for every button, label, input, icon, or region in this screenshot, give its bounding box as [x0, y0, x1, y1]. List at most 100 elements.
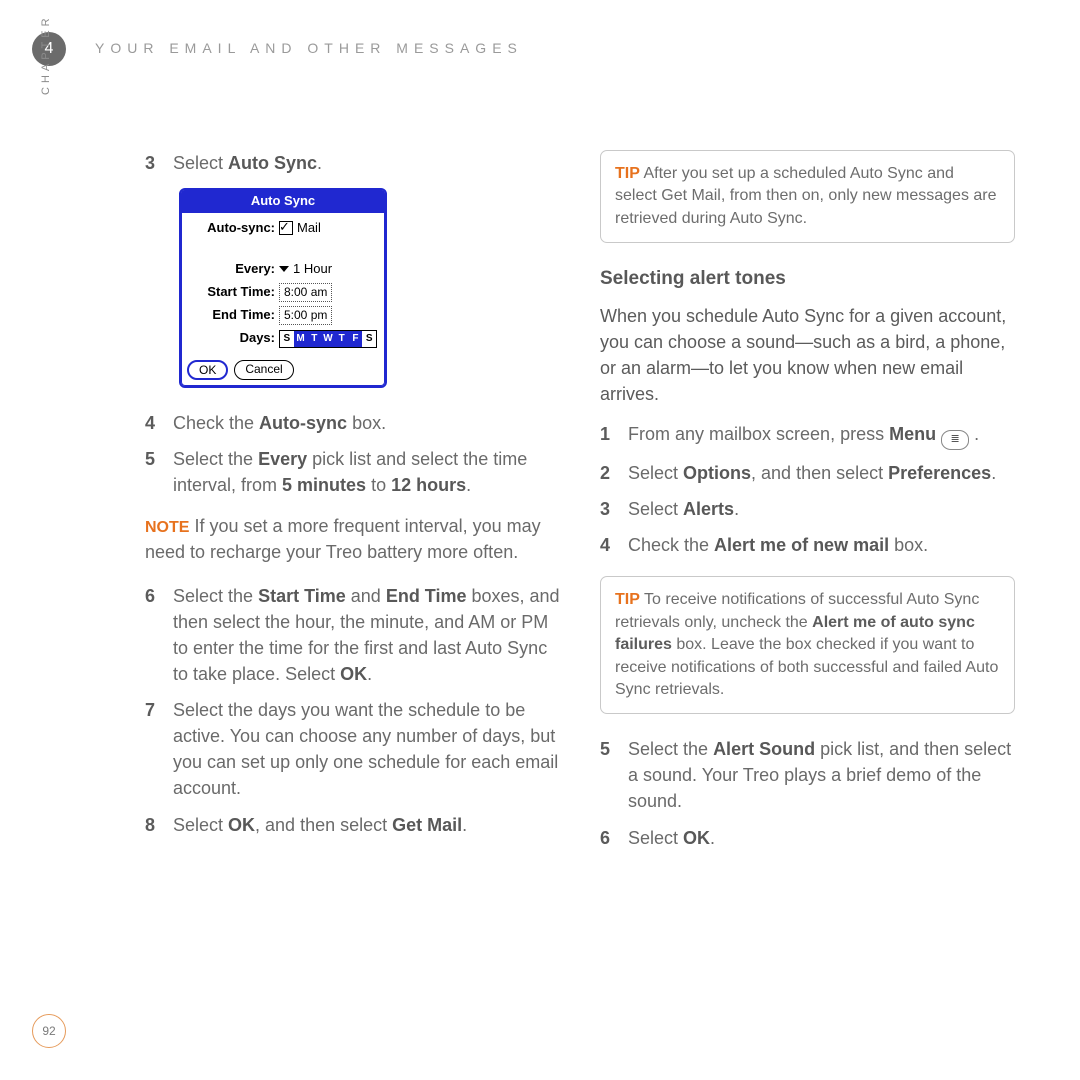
step-number: 4 [600, 532, 628, 558]
step-text: , and then select [255, 815, 392, 835]
step-3: 3 Select Auto Sync. [145, 150, 560, 176]
day-toggle[interactable]: S [362, 331, 376, 347]
dialog-title: Auto Sync [181, 190, 385, 213]
end-time-field[interactable]: 5:00 pm [279, 306, 332, 325]
step-number: 5 [145, 446, 173, 498]
right-column: TIP After you set up a scheduled Auto Sy… [600, 150, 1015, 861]
right-step-4: 4 Check the Alert me of new mail box. [600, 532, 1015, 558]
autosync-value: Mail [297, 219, 321, 238]
days-label: Days: [189, 329, 279, 348]
step-bold: End Time [386, 586, 467, 606]
end-time-label: End Time: [189, 306, 279, 325]
step-number: 1 [600, 421, 628, 450]
step-5: 5 Select the Every pick list and select … [145, 446, 560, 498]
step-bold: 12 hours [391, 475, 466, 495]
step-number: 6 [600, 825, 628, 851]
step-bold: Alert Sound [713, 739, 815, 759]
step-text: Select the [173, 586, 258, 606]
step-bold: OK [683, 828, 710, 848]
days-selector[interactable]: SMTWTFS [279, 330, 377, 348]
right-step-2: 2 Select Options, and then select Prefer… [600, 460, 1015, 486]
step-number: 4 [145, 410, 173, 436]
right-step-5: 5 Select the Alert Sound pick list, and … [600, 736, 1015, 814]
step-text: . [710, 828, 715, 848]
tip-label: TIP [615, 165, 640, 182]
ok-button[interactable]: OK [187, 360, 228, 380]
step-7: 7 Select the days you want the schedule … [145, 697, 560, 801]
step-text: . [969, 424, 979, 444]
step-number: 3 [600, 496, 628, 522]
start-time-field[interactable]: 8:00 am [279, 283, 332, 302]
tip-box-2: TIP To receive notifications of successf… [600, 576, 1015, 714]
step-text: , and then select [751, 463, 888, 483]
note-label: NOTE [145, 519, 189, 536]
row-days: Days: SMTWTFS [189, 329, 377, 348]
tip-text: box. Leave the box checked if you want t… [615, 636, 998, 698]
step-number: 6 [145, 583, 173, 687]
step-8: 8 Select OK, and then select Get Mail. [145, 812, 560, 838]
step-bold: Every [258, 449, 307, 469]
autosync-checkbox[interactable] [279, 221, 293, 235]
every-label: Every: [189, 260, 279, 279]
chevron-down-icon[interactable] [279, 266, 289, 272]
step-number: 3 [145, 150, 173, 176]
row-every: Every: 1 Hour [189, 260, 377, 279]
section-intro: When you schedule Auto Sync for a given … [600, 303, 1015, 407]
left-column: 3 Select Auto Sync. Auto Sync Auto-sync:… [145, 150, 560, 861]
row-autosync: Auto-sync: Mail [189, 219, 377, 238]
step-bold: 5 minutes [282, 475, 366, 495]
tip-box-1: TIP After you set up a scheduled Auto Sy… [600, 150, 1015, 243]
right-step-3: 3 Select Alerts. [600, 496, 1015, 522]
day-toggle[interactable]: S [280, 331, 294, 347]
step-bold: Get Mail [392, 815, 462, 835]
step-text: . [367, 664, 372, 684]
day-toggle[interactable]: T [335, 331, 349, 347]
step-text: Select [628, 463, 683, 483]
tip-text: After you set up a scheduled Auto Sync a… [615, 165, 997, 227]
page-number: 92 [32, 1014, 66, 1048]
note-block: NOTE If you set a more frequent interval… [145, 513, 560, 565]
day-toggle[interactable]: M [294, 331, 308, 347]
step-text: Select the [628, 739, 713, 759]
step-text: Check the [628, 535, 714, 555]
step-text: Select the days you want the schedule to… [173, 700, 558, 798]
step-text: Select [628, 499, 683, 519]
step-number: 5 [600, 736, 628, 814]
step-bold: OK [228, 815, 255, 835]
auto-sync-dialog: Auto Sync Auto-sync: Mail Every: 1 Hour [179, 188, 387, 388]
autosync-label: Auto-sync: [189, 219, 279, 238]
chapter-label: CHAPTER [40, 14, 52, 95]
row-start-time: Start Time: 8:00 am [189, 283, 377, 302]
step-bold: Auto Sync [228, 153, 317, 173]
step-text: Select the [173, 449, 258, 469]
day-toggle[interactable]: W [321, 331, 335, 347]
step-bold: Alert me of new mail [714, 535, 889, 555]
every-value[interactable]: 1 Hour [293, 260, 332, 279]
auto-sync-screenshot: Auto Sync Auto-sync: Mail Every: 1 Hour [179, 188, 560, 388]
tip-label: TIP [615, 591, 640, 608]
step-number: 7 [145, 697, 173, 801]
step-text: . [991, 463, 996, 483]
step-text: Select [173, 815, 228, 835]
cancel-button[interactable]: Cancel [234, 360, 293, 380]
step-text: . [734, 499, 739, 519]
step-4: 4 Check the Auto-sync box. [145, 410, 560, 436]
step-text: . [466, 475, 471, 495]
step-bold: Start Time [258, 586, 346, 606]
step-text: Select [628, 828, 683, 848]
day-toggle[interactable]: T [307, 331, 321, 347]
start-time-label: Start Time: [189, 283, 279, 302]
step-bold: Preferences [888, 463, 991, 483]
step-text: . [317, 153, 322, 173]
step-text: and [346, 586, 386, 606]
right-step-6: 6 Select OK. [600, 825, 1015, 851]
step-bold: Auto-sync [259, 413, 347, 433]
day-toggle[interactable]: F [349, 331, 363, 347]
step-bold: Menu [889, 424, 936, 444]
step-text: to [366, 475, 391, 495]
step-text: . [462, 815, 467, 835]
step-number: 8 [145, 812, 173, 838]
step-bold: OK [340, 664, 367, 684]
step-text: Check the [173, 413, 259, 433]
step-6: 6 Select the Start Time and End Time box… [145, 583, 560, 687]
